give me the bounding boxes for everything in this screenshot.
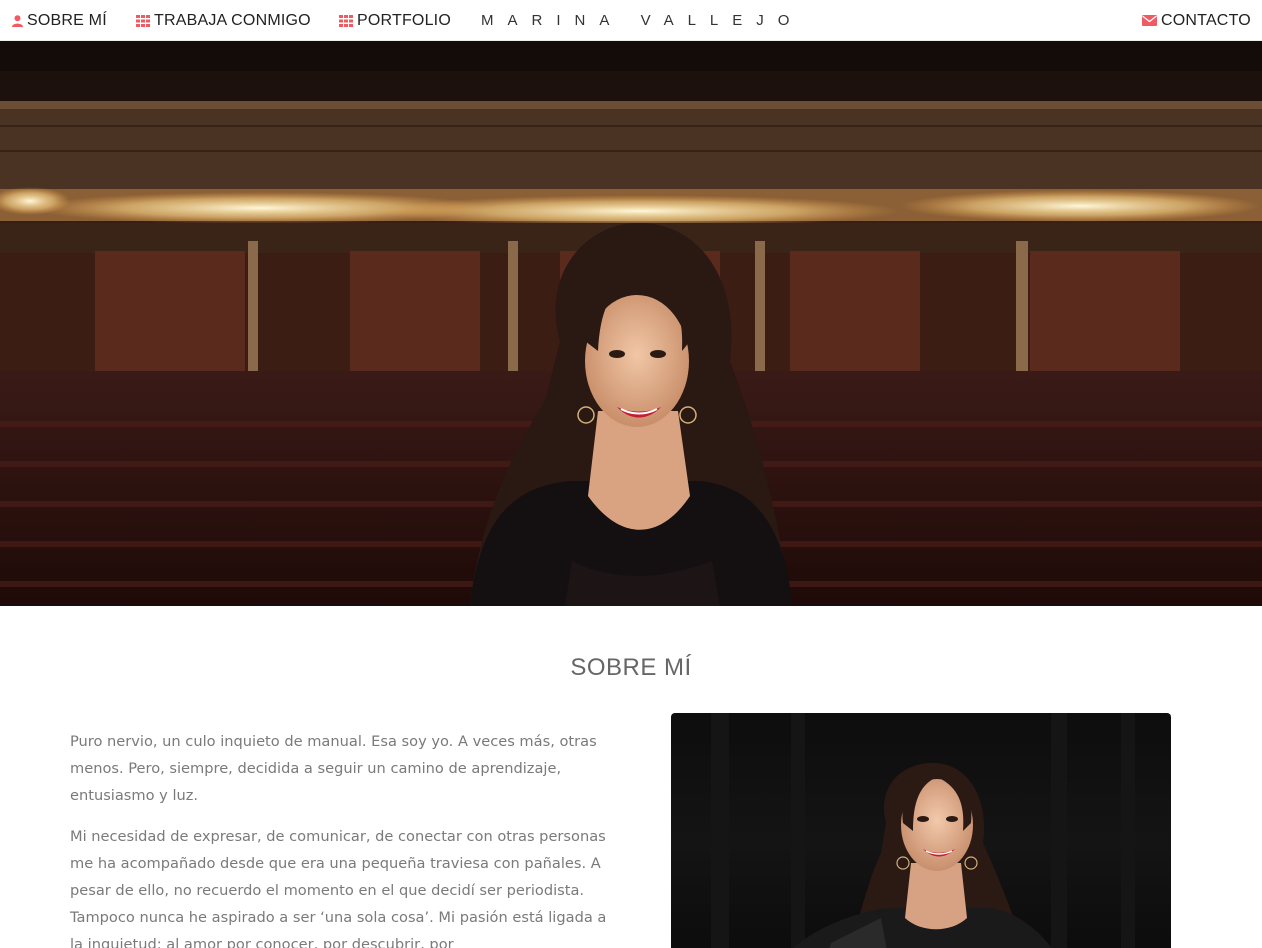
about-paragraph: Puro nervio, un culo inquieto de manual.… xyxy=(70,733,597,804)
nav-trabaja-conmigo-label: TRABAJA CONMIGO xyxy=(154,11,311,29)
top-navbar: SOBRE MÍ TRABAJA CONMIGO PORTFOLIO MARIN… xyxy=(0,0,1262,41)
grid-icon xyxy=(339,14,353,27)
about-text: Puro nervio, un culo inquieto de manual.… xyxy=(70,728,615,948)
portrait-image xyxy=(711,713,1135,948)
nav-portfolio[interactable]: PORTFOLIO xyxy=(339,0,451,41)
nav-sobre-mi-label: SOBRE MÍ xyxy=(27,11,107,29)
nav-trabaja-conmigo[interactable]: TRABAJA CONMIGO xyxy=(136,0,311,41)
woman-in-theater-photo xyxy=(0,41,1262,606)
nav-contacto-label: CONTACTO xyxy=(1161,11,1251,29)
envelope-icon xyxy=(1142,15,1157,26)
nav-sobre-mi[interactable]: SOBRE MÍ xyxy=(12,0,107,41)
site-brand[interactable]: MARINA VALLEJO xyxy=(481,0,803,41)
nav-contacto[interactable]: CONTACTO xyxy=(1142,0,1251,41)
about-paragraph: Mi necesidad de expresar, de comunicar, … xyxy=(70,828,607,948)
portrait-photo xyxy=(671,713,1171,948)
hero-image xyxy=(0,41,1262,606)
user-icon xyxy=(12,14,23,27)
nav-portfolio-label: PORTFOLIO xyxy=(357,11,451,29)
grid-icon xyxy=(136,14,150,27)
section-title: SOBRE MÍ xyxy=(570,654,692,681)
